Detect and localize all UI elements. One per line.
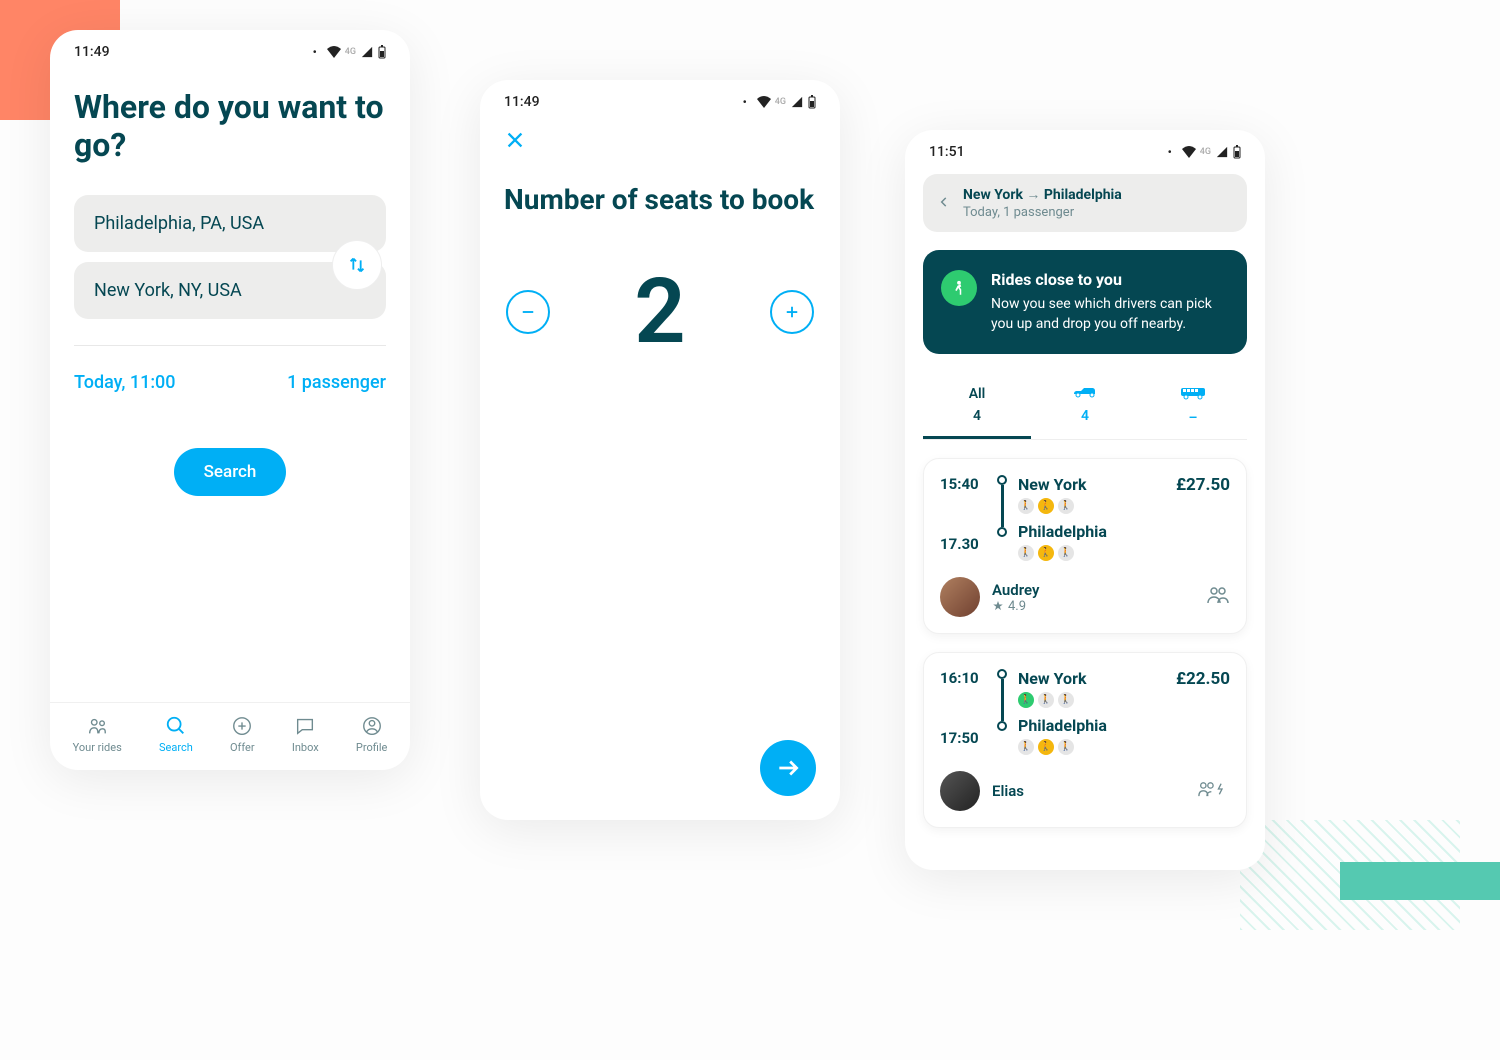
continue-button[interactable]: [760, 740, 816, 796]
timeline: [996, 475, 1008, 537]
info-text: Now you see which drivers can pick you u…: [991, 295, 1229, 334]
tab-all[interactable]: All 4: [923, 378, 1031, 439]
status-icons: • 4G: [743, 95, 816, 109]
page-title: Where do you want to go?: [74, 88, 386, 165]
driver-avatar: [940, 771, 980, 811]
driver-name: Audrey: [992, 581, 1039, 599]
decoration-teal: [1340, 862, 1500, 900]
status-bar: 11:49 • 4G: [50, 30, 410, 68]
distance-indicator: 🚶🚶🚶: [1018, 739, 1166, 755]
route-summary: New York → Philadelphia: [963, 186, 1122, 203]
distance-indicator: 🚶🚶🚶: [1018, 545, 1166, 561]
info-card: Rides close to you Now you see which dri…: [923, 250, 1247, 354]
distance-indicator: 🚶🚶🚶: [1018, 498, 1166, 514]
driver-rating: 4.9: [992, 599, 1039, 614]
ride-card[interactable]: 15:40 17.30 New York 🚶🚶🚶 Philadelphia 🚶�: [923, 458, 1247, 634]
driver-avatar: [940, 577, 980, 617]
arrival-time: 17:50: [940, 729, 986, 747]
driver-name: Elias: [992, 782, 1024, 800]
decrement-button[interactable]: [506, 290, 550, 334]
nav-your-rides[interactable]: Your rides: [73, 715, 122, 754]
screen-seats: 11:49 • 4G Number of seats to book 2: [480, 80, 840, 820]
status-time: 11:51: [929, 144, 965, 160]
profile-icon: [361, 715, 383, 737]
seat-stepper: 2: [504, 267, 816, 357]
arrival-city: Philadelphia: [1018, 716, 1166, 735]
seat-count: 2: [634, 267, 685, 357]
plus-circle-icon: [231, 715, 253, 737]
status-time: 11:49: [74, 44, 110, 60]
walk-icon: [941, 270, 977, 306]
filter-tabs: All 4 4 –: [923, 378, 1247, 440]
ride-price: £27.50: [1176, 475, 1230, 495]
nav-inbox[interactable]: Inbox: [292, 715, 319, 754]
thumbs-icon: [86, 715, 108, 737]
status-bar: 11:49 • 4G: [480, 80, 840, 118]
divider: [74, 345, 386, 346]
car-icon: [1071, 386, 1099, 398]
tab-carpool[interactable]: 4: [1031, 378, 1139, 439]
back-button[interactable]: [937, 194, 951, 213]
screen-search: 11:49 • 4G Where do you want to go? Phil…: [50, 30, 410, 770]
status-icons: • 4G: [313, 45, 386, 59]
chat-icon: [294, 715, 316, 737]
status-time: 11:49: [504, 94, 540, 110]
close-button[interactable]: [504, 128, 816, 158]
search-summary[interactable]: New York → Philadelphia Today, 1 passeng…: [923, 174, 1247, 232]
ride-price: £22.50: [1176, 669, 1230, 689]
nav-search[interactable]: Search: [159, 715, 193, 754]
search-button[interactable]: Search: [174, 448, 287, 496]
swap-button[interactable]: [332, 240, 382, 290]
bottom-nav: Your rides Search Offer Inbox Profile: [50, 702, 410, 770]
bus-icon: [1179, 386, 1207, 400]
departure-time: 15:40: [940, 475, 986, 493]
arrival-time: 17.30: [940, 535, 986, 553]
distance-indicator: 🚶🚶🚶: [1018, 692, 1166, 708]
ride-card[interactable]: 16:10 17:50 New York 🚶🚶🚶 Philadelphia 🚶�: [923, 652, 1247, 828]
departure-city: New York: [1018, 669, 1166, 688]
status-icons: • 4G: [1168, 145, 1241, 159]
arrow-right-icon: [775, 755, 801, 781]
summary-subtitle: Today, 1 passenger: [963, 205, 1122, 220]
from-input[interactable]: Philadelphia, PA, USA: [74, 195, 386, 252]
nav-profile[interactable]: Profile: [356, 715, 387, 754]
nav-offer[interactable]: Offer: [230, 715, 255, 754]
departure-city: New York: [1018, 475, 1166, 494]
info-title: Rides close to you: [991, 270, 1229, 289]
passengers-icon: [1206, 586, 1230, 608]
page-title: Number of seats to book: [504, 182, 816, 217]
increment-button[interactable]: [770, 290, 814, 334]
passenger-picker[interactable]: 1 passenger: [287, 372, 386, 393]
search-icon: [165, 715, 187, 737]
amenities-icon: [1198, 780, 1230, 802]
datetime-picker[interactable]: Today, 11:00: [74, 372, 176, 393]
tab-bus[interactable]: –: [1139, 378, 1247, 439]
star-icon: [992, 600, 1004, 612]
timeline: [996, 669, 1008, 731]
arrival-city: Philadelphia: [1018, 522, 1166, 541]
screen-results: 11:51 • 4G New York → Philadelphia Today…: [905, 130, 1265, 870]
departure-time: 16:10: [940, 669, 986, 687]
status-bar: 11:51 • 4G: [905, 130, 1265, 168]
